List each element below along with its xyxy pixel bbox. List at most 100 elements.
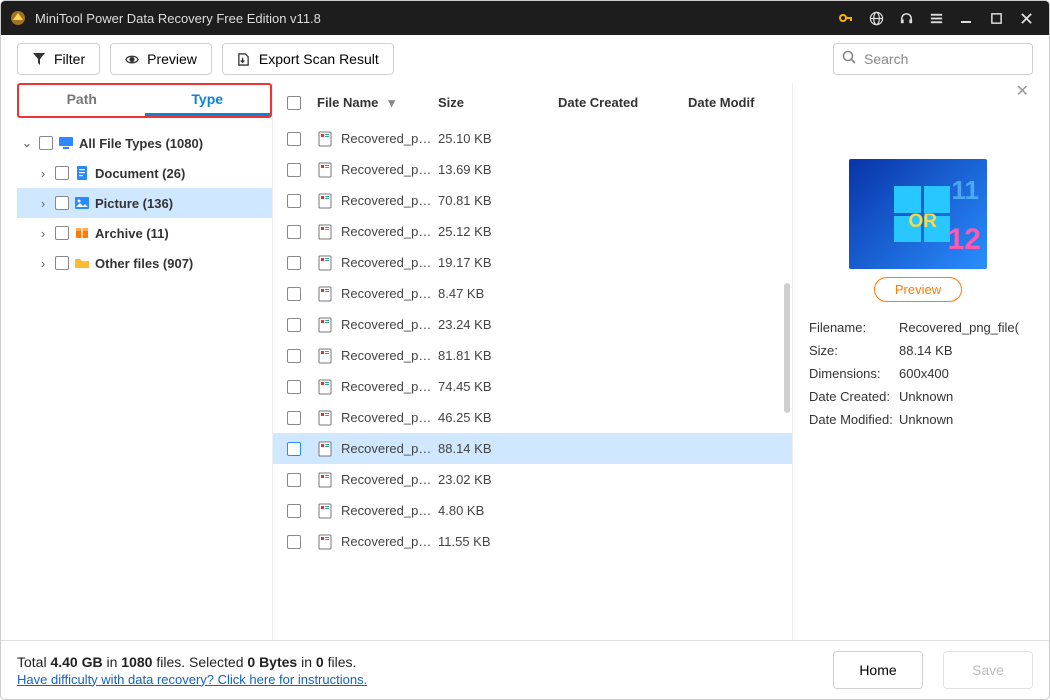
table-row[interactable]: Recovered_png_fi...46.25 KB — [273, 402, 792, 433]
globe-icon[interactable] — [861, 1, 891, 35]
file-name: Recovered_png_fi... — [341, 286, 438, 301]
file-name: Recovered_png_fi... — [341, 534, 438, 549]
table-row[interactable]: Recovered_png_fi...25.12 KB — [273, 216, 792, 247]
tree-item[interactable]: ›Picture (136) — [17, 188, 272, 218]
menu-icon[interactable] — [921, 1, 951, 35]
row-checkbox[interactable] — [287, 504, 301, 518]
filter-icon — [32, 52, 46, 66]
file-icon — [317, 224, 333, 240]
close-icon[interactable] — [1011, 1, 1041, 35]
thumb-text-12: 12 — [948, 223, 981, 257]
row-checkbox[interactable] — [287, 163, 301, 177]
tab-type[interactable]: Type — [145, 85, 271, 116]
table-row[interactable]: Recovered_png_fi...23.02 KB — [273, 464, 792, 495]
file-icon — [317, 131, 333, 147]
key-icon[interactable] — [831, 1, 861, 35]
table-row[interactable]: Recovered_png_fi...4.80 KB — [273, 495, 792, 526]
app-title: MiniTool Power Data Recovery Free Editio… — [35, 11, 321, 26]
table-row[interactable]: Recovered_png_fi...8.47 KB — [273, 278, 792, 309]
checkbox[interactable] — [55, 166, 69, 180]
meta-filename-key: Filename: — [809, 320, 899, 335]
file-icon — [317, 286, 333, 302]
chevron-right-icon[interactable]: › — [35, 256, 51, 271]
table-row[interactable]: Recovered_png_fi...11.55 KB — [273, 526, 792, 557]
col-date-modified[interactable]: Date Modif — [688, 95, 778, 110]
row-checkbox[interactable] — [287, 349, 301, 363]
select-all-checkbox[interactable] — [287, 96, 301, 110]
row-checkbox[interactable] — [287, 442, 301, 456]
checkbox[interactable] — [55, 256, 69, 270]
table-row[interactable]: Recovered_png_fi...19.17 KB — [273, 247, 792, 278]
search-input[interactable] — [862, 50, 1024, 68]
maximize-icon[interactable] — [981, 1, 1011, 35]
export-icon — [237, 52, 251, 66]
row-checkbox[interactable] — [287, 411, 301, 425]
file-name: Recovered_png_fi... — [341, 379, 438, 394]
file-icon — [317, 317, 333, 333]
row-checkbox[interactable] — [287, 225, 301, 239]
thumb-text-11: 11 — [952, 175, 980, 206]
chevron-right-icon[interactable]: › — [35, 166, 51, 181]
preview-open-button[interactable]: Preview — [874, 277, 962, 302]
row-checkbox[interactable] — [287, 256, 301, 270]
file-name: Recovered_png_fi... — [341, 410, 438, 425]
tree-item[interactable]: ›Archive (11) — [17, 218, 272, 248]
thumb-text-or: OR — [909, 211, 938, 233]
scrollbar[interactable] — [784, 283, 790, 413]
row-checkbox[interactable] — [287, 287, 301, 301]
tab-path[interactable]: Path — [19, 85, 145, 116]
checkbox[interactable] — [55, 196, 69, 210]
file-name: Recovered_png_fi... — [341, 224, 438, 239]
row-checkbox[interactable] — [287, 473, 301, 487]
preview-button[interactable]: Preview — [110, 43, 212, 75]
file-icon — [317, 472, 333, 488]
row-checkbox[interactable] — [287, 535, 301, 549]
chevron-down-icon[interactable]: ⌄ — [19, 135, 35, 151]
table-row[interactable]: Recovered_png_fi...81.81 KB — [273, 340, 792, 371]
file-name: Recovered_png_fi... — [341, 472, 438, 487]
tree-item[interactable]: ›Document (26) — [17, 158, 272, 188]
file-size: 23.24 KB — [438, 317, 558, 332]
save-button[interactable]: Save — [943, 651, 1033, 689]
table-row[interactable]: Recovered_png_fi...13.69 KB — [273, 154, 792, 185]
checkbox[interactable] — [55, 226, 69, 240]
chevron-right-icon[interactable]: › — [35, 226, 51, 241]
row-checkbox[interactable] — [287, 194, 301, 208]
close-preview-icon[interactable]: ✕ — [1016, 81, 1029, 101]
preview-metadata: Filename:Recovered_png_file( Size:88.14 … — [809, 320, 1027, 427]
home-button[interactable]: Home — [833, 651, 923, 689]
checkbox[interactable] — [39, 136, 53, 150]
table-row[interactable]: Recovered_png_fi...74.45 KB — [273, 371, 792, 402]
col-date-created[interactable]: Date Created — [558, 95, 688, 110]
file-name: Recovered_png_fi... — [341, 193, 438, 208]
row-checkbox[interactable] — [287, 380, 301, 394]
search-icon — [842, 50, 856, 69]
search-box[interactable] — [833, 43, 1033, 75]
help-link[interactable]: Have difficulty with data recovery? Clic… — [17, 672, 367, 687]
export-button[interactable]: Export Scan Result — [222, 43, 394, 75]
file-size: 46.25 KB — [438, 410, 558, 425]
tree-root[interactable]: ⌄ All File Types (1080) — [17, 128, 272, 158]
category-icon — [73, 194, 91, 212]
headphones-icon[interactable] — [891, 1, 921, 35]
row-checkbox[interactable] — [287, 132, 301, 146]
file-icon — [317, 193, 333, 209]
tree: ⌄ All File Types (1080) ›Document (26)›P… — [17, 128, 272, 278]
meta-size-val: 88.14 KB — [899, 343, 1027, 358]
table-row[interactable]: Recovered_png_fi...70.81 KB — [273, 185, 792, 216]
file-size: 4.80 KB — [438, 503, 558, 518]
table-row[interactable]: Recovered_png_fi...88.14 KB — [273, 433, 792, 464]
chevron-right-icon[interactable]: › — [35, 196, 51, 211]
filter-button[interactable]: Filter — [17, 43, 100, 75]
table-row[interactable]: Recovered_png_fi...23.24 KB — [273, 309, 792, 340]
preview-thumbnail: 11 OR 12 — [849, 159, 987, 269]
file-size: 23.02 KB — [438, 472, 558, 487]
table-row[interactable]: Recovered_png_fi...25.10 KB — [273, 123, 792, 154]
col-size[interactable]: Size — [438, 95, 558, 110]
minimize-icon[interactable] — [951, 1, 981, 35]
row-checkbox[interactable] — [287, 318, 301, 332]
tree-item[interactable]: ›Other files (907) — [17, 248, 272, 278]
col-name[interactable]: File Name▾ — [317, 95, 438, 111]
meta-dm-val: Unknown — [899, 412, 1027, 427]
file-size: 25.12 KB — [438, 224, 558, 239]
